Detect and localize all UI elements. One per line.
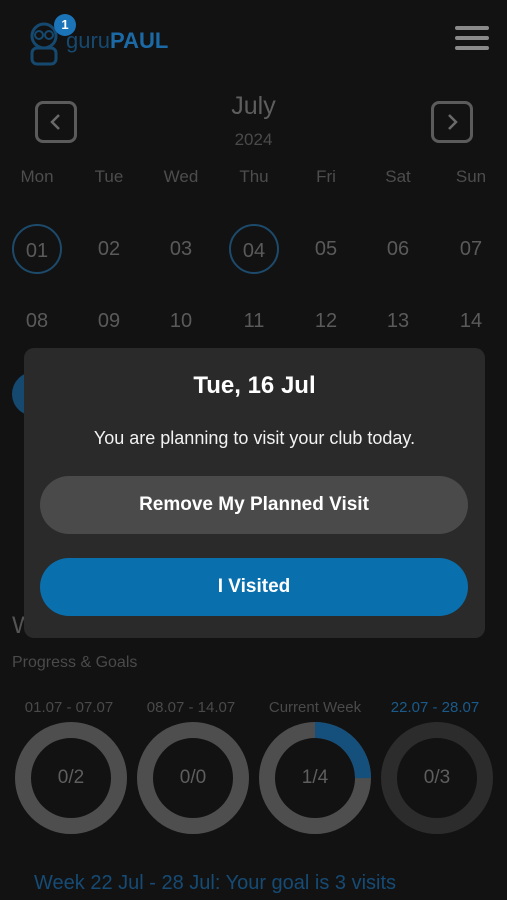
logo-text-light: guru — [66, 28, 111, 53]
calendar-day[interactable]: 12 — [296, 296, 356, 346]
week-range-label: 01.07 - 07.07 — [24, 699, 114, 716]
weekday-label: Tue — [94, 167, 124, 186]
calendar-day[interactable]: 06 — [368, 224, 428, 274]
week-progress-donut[interactable]: 1/4 — [257, 720, 373, 836]
calendar-day[interactable]: 02 — [79, 224, 139, 274]
weekday-label: Sat — [385, 167, 411, 186]
calendar-day-planned[interactable]: 01 — [12, 224, 62, 274]
dialog-message: You are planning to visit your club toda… — [93, 428, 416, 448]
calendar-day[interactable]: 07 — [441, 224, 501, 274]
week-progress-donut[interactable]: 0/2 — [13, 720, 129, 836]
weekday-label: Sun — [455, 167, 487, 186]
i-visited-button[interactable]: I Visited — [40, 558, 468, 616]
weekday-label: Mon — [20, 167, 54, 186]
calendar-day[interactable]: 09 — [79, 296, 139, 346]
next-month-button[interactable] — [431, 101, 473, 143]
hamburger-menu-icon[interactable] — [455, 26, 491, 54]
dialog-title: Tue, 16 Jul — [193, 372, 316, 399]
app-logo[interactable]: 1 guruPAUL — [28, 14, 188, 66]
app-header: 1 guruPAUL — [0, 0, 507, 80]
calendar-day-planned[interactable]: 04 — [229, 224, 279, 274]
weekday-label: Wed — [163, 167, 199, 186]
week-progress-donut[interactable]: 0/0 — [135, 720, 251, 836]
weekly-goal-text: Week 22 Jul - 28 Jul: Your goal is 3 vis… — [34, 872, 397, 894]
donut-value: 1/4 — [301, 767, 329, 788]
weekday-label: Fri — [316, 167, 336, 186]
logo-text-bold: PAUL — [110, 28, 169, 53]
calendar-day[interactable]: 10 — [151, 296, 211, 346]
month-navigator: July 2024 — [0, 88, 507, 158]
donut-value: 0/2 — [57, 767, 85, 788]
week-range-label: Current Week — [268, 699, 362, 716]
week-range-label-active: 22.07 - 28.07 — [390, 699, 480, 716]
calendar-day[interactable]: 14 — [441, 296, 501, 346]
calendar-day[interactable]: 08 — [7, 296, 67, 346]
planned-visit-dialog: Tue, 16 Jul You are planning to visit yo… — [24, 348, 485, 638]
week-range-label: 08.07 - 14.07 — [146, 699, 236, 716]
donut-value: 0/3 — [423, 767, 451, 788]
calendar-day[interactable]: 03 — [151, 224, 211, 274]
weekday-label: Thu — [239, 167, 269, 186]
calendar-day[interactable]: 05 — [296, 224, 356, 274]
calendar-day[interactable]: 11 — [224, 296, 284, 346]
remove-planned-visit-button[interactable]: Remove My Planned Visit — [40, 476, 468, 534]
logo-wordmark: guruPAUL — [66, 28, 168, 54]
week-progress-donut[interactable]: 0/3 — [379, 720, 495, 836]
chevron-right-icon — [448, 114, 458, 130]
progress-goals-title: Progress & Goals — [12, 654, 138, 671]
calendar-day[interactable]: 13 — [368, 296, 428, 346]
donut-value: 0/0 — [179, 767, 207, 788]
